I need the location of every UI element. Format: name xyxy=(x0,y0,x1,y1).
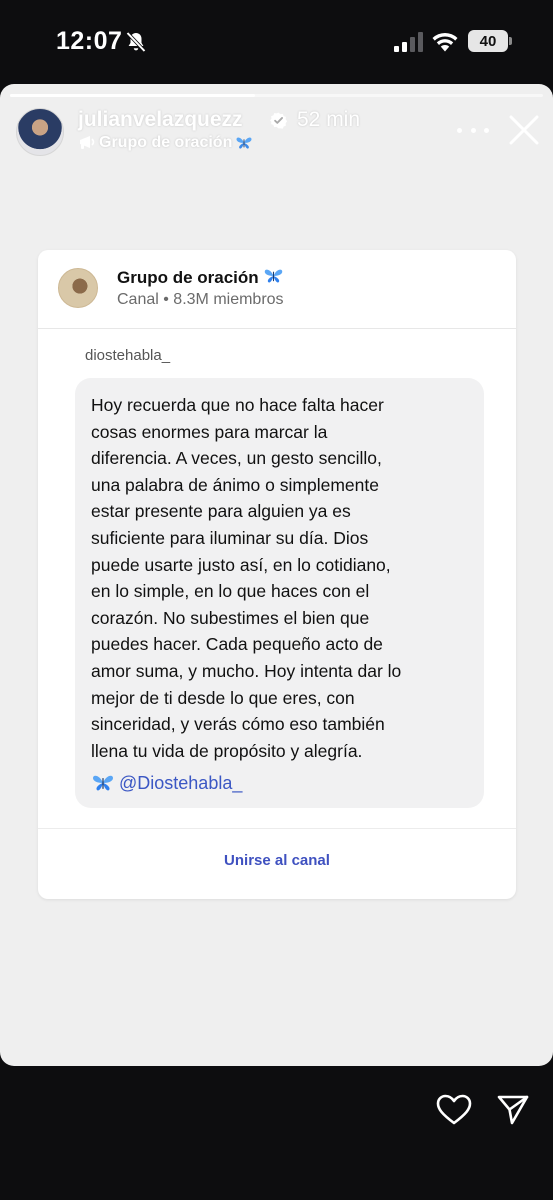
send-icon[interactable] xyxy=(496,1094,530,1126)
story-subline-label: Grupo de oración xyxy=(99,134,233,151)
message-bubble: Hoy recuerda que no hace falta hacer cos… xyxy=(75,378,484,808)
status-bar: 12:07 40 xyxy=(0,0,553,84)
more-dot xyxy=(470,127,476,133)
message-text: Hoy recuerda que no hace falta hacer cos… xyxy=(91,395,402,761)
clock: 12:07 xyxy=(56,27,123,55)
story-channel-link[interactable]: Grupo de oración xyxy=(78,134,253,152)
more-dot xyxy=(457,127,462,133)
signal-icon xyxy=(394,32,423,52)
butterfly-icon xyxy=(265,269,283,283)
story-timestamp: 52 min xyxy=(297,108,361,131)
avatar[interactable] xyxy=(16,108,64,156)
channel-icon xyxy=(80,136,95,149)
story-progress-fill xyxy=(10,94,256,97)
story-viewer[interactable]: julianvelazquezz 52 min Grupo de oración xyxy=(0,84,553,1066)
story-progress-bar xyxy=(10,94,543,97)
verified-badge-icon xyxy=(270,112,287,129)
mention-label: @Diostehabla_ xyxy=(119,772,243,793)
more-options-button[interactable] xyxy=(455,120,491,140)
wifi-icon xyxy=(432,32,458,52)
close-icon[interactable] xyxy=(506,112,542,148)
channel-post-card: Grupo de oración Canal • 8.3M miembros d… xyxy=(38,250,516,899)
channel-meta: Canal • 8.3M miembros xyxy=(117,291,284,308)
divider xyxy=(38,328,516,329)
channel-title[interactable]: Grupo de oración xyxy=(117,267,284,288)
channel-avatar[interactable] xyxy=(58,268,98,308)
mention-link[interactable]: @Diostehabla_ xyxy=(91,772,242,794)
channel-title-label: Grupo de oración xyxy=(117,268,259,287)
battery-icon: 40 xyxy=(468,30,508,52)
more-dot xyxy=(484,127,489,133)
battery-cap xyxy=(509,37,512,45)
divider xyxy=(38,828,516,829)
join-channel-button[interactable]: Unirse al canal xyxy=(38,836,516,884)
username[interactable]: julianvelazquezz xyxy=(78,108,243,132)
bell-slash-icon xyxy=(126,31,146,53)
post-author: diostehabla_ xyxy=(85,347,171,364)
heart-icon[interactable] xyxy=(436,1094,472,1126)
butterfly-icon xyxy=(236,137,252,149)
butterfly-icon xyxy=(93,775,113,791)
